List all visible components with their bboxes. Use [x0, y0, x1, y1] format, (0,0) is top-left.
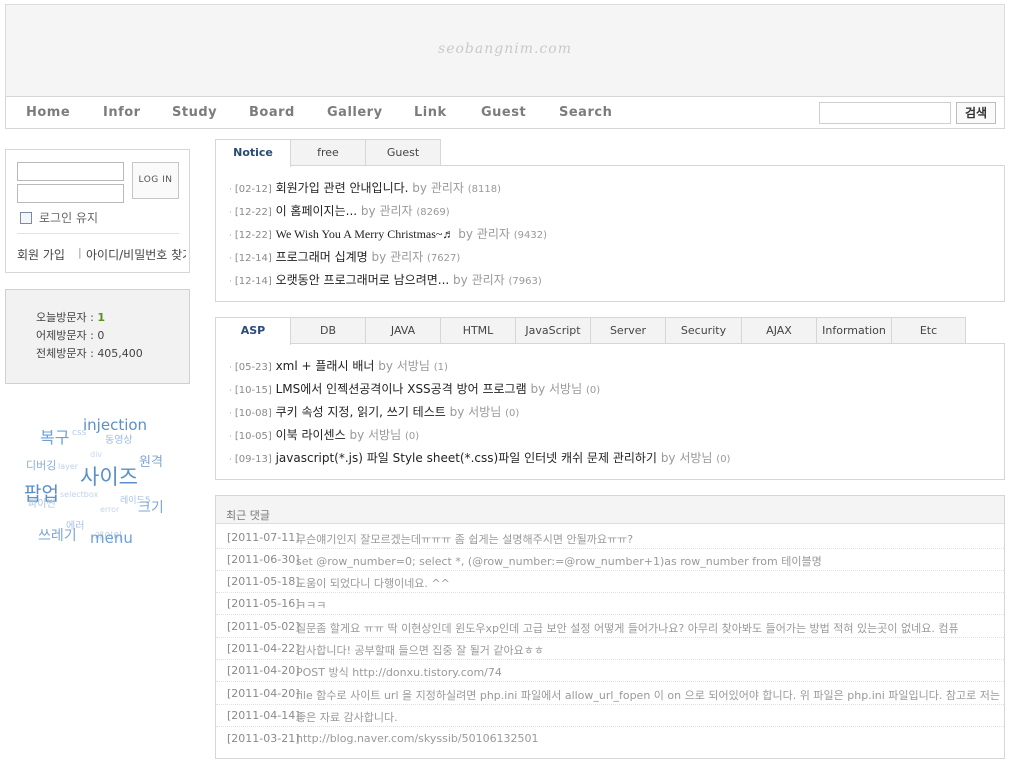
- site-logo[interactable]: seobangnim.com: [6, 41, 1004, 57]
- tag-item[interactable]: 원격: [139, 451, 163, 470]
- nav-infor[interactable]: Infor: [103, 105, 141, 120]
- comment-row[interactable]: [2011-06-30] set @row_number=0; select *,…: [216, 549, 1004, 571]
- nav-study[interactable]: Study: [172, 105, 217, 120]
- visitor-today: 오늘방문자 : 1: [36, 311, 105, 324]
- tab-server[interactable]: Server: [590, 317, 666, 344]
- login-box: LOG IN 로그인 유지 회원 가입 | 아이디/비밀번호 찾기: [5, 149, 190, 273]
- join-link[interactable]: 회원 가입: [17, 246, 65, 263]
- keep-login-checkbox[interactable]: [20, 212, 32, 224]
- nav-link[interactable]: Link: [414, 105, 447, 120]
- nav-search[interactable]: Search: [559, 105, 612, 120]
- tag-item[interactable]: menu: [90, 529, 133, 547]
- nav-guest[interactable]: Guest: [481, 105, 526, 120]
- tab-ajax[interactable]: AJAX: [741, 317, 817, 344]
- comment-row[interactable]: [2011-05-16] ㅋㅋㅋ: [216, 593, 1004, 615]
- tag-item[interactable]: 디버깅: [26, 457, 56, 473]
- tab-java[interactable]: JAVA: [365, 317, 441, 344]
- tag-item[interactable]: 쓰레기: [38, 525, 77, 545]
- tab-security[interactable]: Security: [665, 317, 742, 344]
- board1-panel: · [02-12] 회원가입 관련 안내입니다. by 관리자 (8118) ·[…: [215, 165, 1005, 302]
- nav-board[interactable]: Board: [249, 105, 295, 120]
- board2-panel: · [05-23] xml + 플래시 배너 by 서방님 (1) · [10-15…: [215, 343, 1005, 480]
- password-field[interactable]: [17, 184, 124, 203]
- list-item[interactable]: · [12-14] 오랫동안 프로그래머로 남으려면... by 관리자 (796…: [229, 271, 542, 288]
- tab-html[interactable]: HTML: [440, 317, 516, 344]
- tab-free[interactable]: free: [290, 139, 366, 166]
- tag-item[interactable]: 파이썬: [28, 495, 56, 510]
- tab-asp[interactable]: ASP: [215, 317, 291, 345]
- header-banner: seobangnim.com: [5, 4, 1005, 96]
- tag-item[interactable]: selectbox: [60, 490, 98, 499]
- find-account-link[interactable]: 아이디/비밀번호 찾기: [86, 246, 186, 263]
- search-button[interactable]: 검색: [956, 102, 996, 124]
- nav-home[interactable]: Home: [26, 105, 70, 120]
- keep-login-label: 로그인 유지: [39, 211, 99, 225]
- list-item[interactable]: · [09-13] javascript(*.js) 파일 Style sheet…: [229, 449, 730, 466]
- nav-gallery[interactable]: Gallery: [327, 105, 383, 120]
- tag-item[interactable]: 복구: [40, 424, 69, 448]
- comment-row[interactable]: [2011-05-02] 질문좀 할게요 ㅠㅠ 딱 이현상인데 윈도우xp인데 고…: [216, 616, 1004, 638]
- comment-row[interactable]: [2011-04-14] 좋은 자료 감사합니다.: [216, 705, 1004, 727]
- visitor-total: 전체방문자 : 405,400: [36, 347, 143, 360]
- comment-row[interactable]: [2011-04-20] POST 방식 http://donxu.tistory…: [216, 660, 1004, 682]
- comment-row[interactable]: [2011-04-20] file 함수로 사이트 url 을 지정하실려면 ph…: [216, 683, 1004, 705]
- list-item[interactable]: · [02-12] 회원가입 관련 안내입니다. by 관리자 (8118): [229, 179, 501, 196]
- tab-db[interactable]: DB: [290, 317, 366, 344]
- login-button[interactable]: LOG IN: [132, 162, 179, 199]
- tab-guest[interactable]: Guest: [365, 139, 441, 166]
- comment-row[interactable]: [2011-04-22] 감사합니다! 공부할때 들으면 집중 잘 될거 같아요ㅎ…: [216, 638, 1004, 660]
- tag-item[interactable]: 동영상: [105, 431, 133, 446]
- tab-javascript[interactable]: JavaScript: [515, 317, 591, 344]
- list-item[interactable]: · [12-14] 프로그래머 십계명 by 관리자 (7627): [229, 248, 460, 265]
- list-item[interactable]: · [10-05] 이북 라이센스 by 서방님 (0): [229, 426, 419, 443]
- tab-etc[interactable]: Etc: [891, 317, 966, 344]
- visitor-counter: 오늘방문자 : 1 어제방문자 : 0 전체방문자 : 405,400: [5, 289, 190, 384]
- list-item[interactable]: · [12-22] We Wish You A Merry Christmas~♬…: [229, 225, 547, 242]
- comments-header: 최근 댓글: [216, 496, 1004, 524]
- board1-tabs: Notice free Guest: [215, 139, 475, 167]
- login-divider: [17, 233, 179, 234]
- list-item[interactable]: · [05-23] xml + 플래시 배너 by 서방님 (1): [229, 357, 448, 374]
- main-nav: Home Infor Study Board Gallery Link Gues…: [5, 96, 1005, 129]
- board2-tabs: ASP DB JAVA HTML JavaScript Server Secur…: [215, 317, 975, 345]
- list-item[interactable]: · [10-15] LMS에서 인젝션공격이나 XSS공격 방어 프로그램 by …: [229, 380, 600, 397]
- recent-comments-panel: 최근 댓글 [2011-07-11] 무슨얘기인지 잘모르겠는데ㅠㅠㅠ 좀 쉽게는…: [215, 495, 1005, 759]
- tab-notice[interactable]: Notice: [215, 139, 291, 167]
- comment-row[interactable]: [2011-05-18] 도움이 되었다니 다행이네요. ^^: [216, 571, 1004, 593]
- username-field[interactable]: [17, 162, 124, 181]
- comment-row[interactable]: [2011-07-11] 무슨얘기인지 잘모르겠는데ㅠㅠㅠ 좀 쉽게는 설명해주시…: [216, 527, 1004, 549]
- comment-row[interactable]: [2011-03-21] http://blog.naver.com/skyssi…: [216, 728, 1004, 750]
- tag-item[interactable]: 크기: [138, 497, 164, 517]
- list-item[interactable]: · [10-08] 쿠키 속성 지정, 읽기, 쓰기 테스트 by 서방님 (0): [229, 403, 519, 420]
- tag-item[interactable]: error: [100, 505, 119, 514]
- search-input[interactable]: [819, 102, 951, 124]
- visitor-yesterday: 어제방문자 : 0: [36, 329, 105, 342]
- comments-title: 최근 댓글: [226, 509, 270, 522]
- tag-item[interactable]: 사이즈: [80, 461, 138, 491]
- tag-item[interactable]: div: [90, 450, 102, 459]
- link-separator: |: [78, 246, 82, 259]
- tag-item[interactable]: layer: [58, 462, 78, 471]
- list-item[interactable]: · [12-22] 이 홈페이지는... by 관리자 (8269): [229, 202, 450, 219]
- tab-information[interactable]: Information: [816, 317, 892, 344]
